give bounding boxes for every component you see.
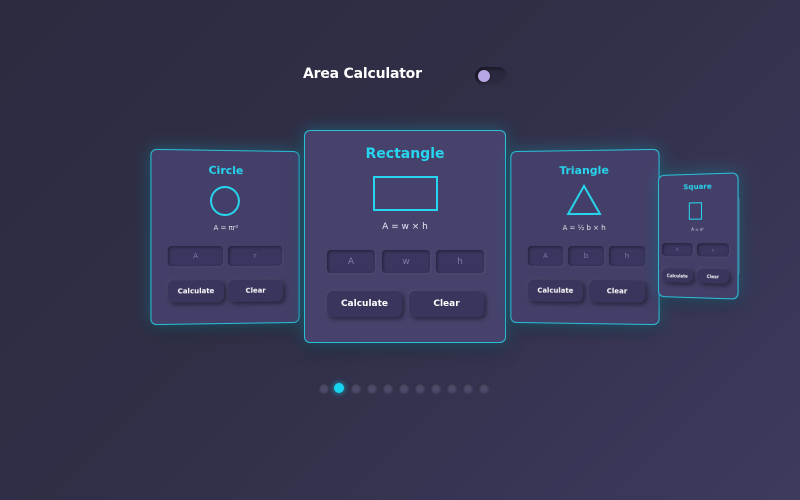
height-input[interactable]: h: [608, 246, 646, 267]
clear-button[interactable]: Clear: [409, 291, 484, 317]
area-input[interactable]: A: [661, 243, 693, 257]
calculate-button[interactable]: Calculate: [661, 268, 693, 283]
pagination-dot[interactable]: [398, 383, 408, 393]
radius-input[interactable]: r: [227, 245, 283, 266]
area-input[interactable]: A: [527, 245, 564, 266]
rectangle-card[interactable]: Rectangle A = w × h A w h Calculate Clea…: [304, 130, 506, 343]
pagination-dot[interactable]: [462, 383, 472, 393]
base-input[interactable]: b: [568, 245, 604, 267]
pagination-dot[interactable]: [414, 383, 424, 393]
triangle-card[interactable]: Triangle A = ½ b × h A b h Calculate Cle…: [510, 148, 660, 326]
formula-text: A = πr²: [213, 223, 239, 233]
calculate-button[interactable]: Calculate: [527, 279, 584, 302]
height-input[interactable]: h: [436, 250, 484, 273]
theme-toggle[interactable]: [475, 67, 507, 85]
page-title: Area Calculator: [303, 66, 422, 82]
pagination-dot[interactable]: [382, 383, 392, 393]
calculate-button[interactable]: Calculate: [167, 280, 225, 303]
card-title: Triangle: [559, 163, 609, 178]
pagination-dot-active[interactable]: [334, 383, 344, 393]
side-input[interactable]: s: [696, 243, 730, 257]
circle-card[interactable]: Circle A = πr² A r Calculate Clear: [150, 148, 300, 326]
card-title: Rectangle: [365, 146, 445, 162]
clear-button[interactable]: Clear: [588, 280, 646, 303]
clear-button[interactable]: Clear: [227, 279, 284, 302]
square-icon: [688, 202, 703, 220]
area-input[interactable]: A: [167, 246, 224, 267]
formula-text: A = s²: [691, 226, 704, 232]
formula-text: A = ½ b × h: [562, 223, 606, 233]
formula-text: A = w × h: [382, 222, 428, 232]
clear-button[interactable]: Clear: [696, 268, 730, 284]
width-input[interactable]: w: [382, 250, 430, 273]
square-card[interactable]: Square A = s² A s Calculate Clear: [658, 172, 739, 300]
pagination-dot[interactable]: [446, 383, 456, 393]
pagination-dot[interactable]: [478, 383, 488, 393]
area-input[interactable]: A: [327, 250, 375, 273]
triangle-icon: [566, 184, 602, 216]
pagination-dot[interactable]: [366, 383, 376, 393]
toggle-knob[interactable]: [478, 70, 490, 82]
pagination-dots: [318, 382, 488, 394]
circle-icon: [210, 185, 240, 217]
pagination-dot[interactable]: [350, 383, 360, 393]
pagination-dot[interactable]: [318, 383, 328, 393]
rectangle-icon: [373, 176, 438, 211]
pagination-dot[interactable]: [430, 383, 440, 393]
card-title: Circle: [208, 163, 244, 178]
card-title: Square: [683, 182, 712, 192]
calculate-button[interactable]: Calculate: [327, 291, 402, 317]
